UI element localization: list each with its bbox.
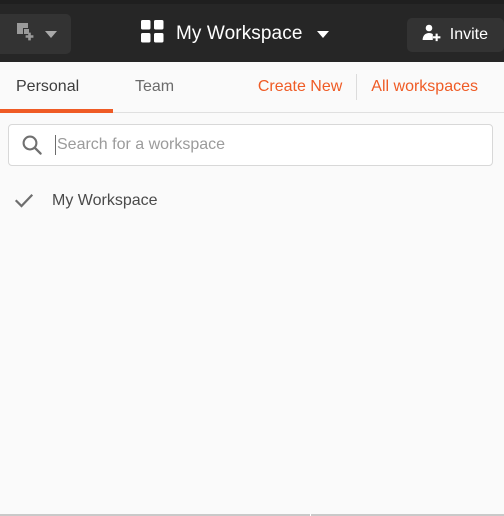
create-new-link[interactable]: Create New (244, 78, 356, 96)
workspace-title: My Workspace (176, 23, 303, 44)
grid-icon (141, 20, 164, 48)
tab-personal-label: Personal (16, 78, 80, 95)
invite-label: Invite (449, 26, 488, 43)
workspace-list: My Workspace (0, 182, 504, 220)
list-item[interactable]: My Workspace (0, 182, 504, 220)
chevron-down-icon (316, 30, 329, 38)
tab-team-label: Team (135, 78, 175, 95)
all-workspaces-link[interactable]: All workspaces (357, 78, 492, 96)
search-box[interactable] (8, 124, 493, 166)
active-tab-indicator (0, 109, 113, 113)
app-header: My Workspace Invite (0, 4, 504, 62)
tab-personal[interactable]: Personal (16, 62, 79, 112)
workspace-switcher-window: My Workspace Invite Personal Team Create… (0, 0, 504, 516)
workspace-dropdown-panel: Personal Team Create New All workspaces (0, 62, 504, 516)
new-item-icon (14, 20, 38, 49)
tab-team[interactable]: Team (135, 62, 174, 112)
invite-button[interactable]: Invite (406, 18, 504, 52)
search-icon (9, 134, 55, 156)
panel-links: Create New All workspaces (244, 62, 492, 112)
list-item-label: My Workspace (52, 192, 158, 209)
search-input[interactable] (56, 136, 492, 154)
tab-bar: Personal Team Create New All workspaces (0, 62, 504, 113)
check-icon (14, 191, 52, 211)
chevron-down-icon (45, 30, 57, 38)
workspace-chooser-button[interactable]: My Workspace (141, 18, 329, 50)
add-person-icon (421, 23, 441, 48)
new-item-button[interactable] (0, 14, 71, 54)
